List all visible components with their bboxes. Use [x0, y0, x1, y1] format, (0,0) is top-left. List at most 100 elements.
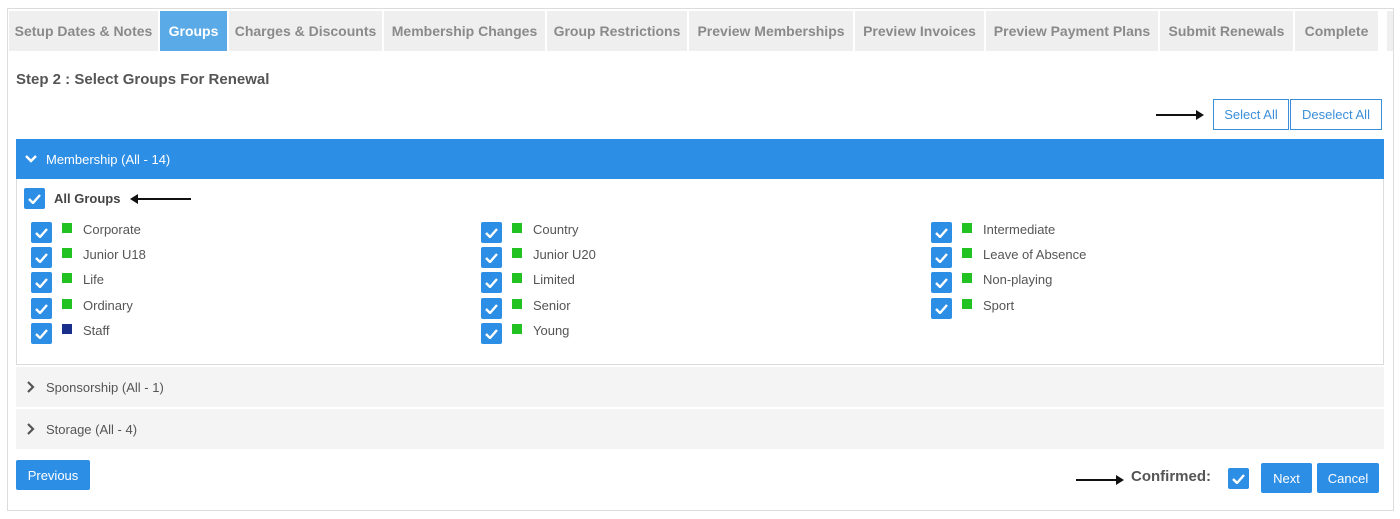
group-color-swatch	[62, 248, 72, 258]
group-name: Junior U20	[533, 246, 596, 262]
group-checkbox[interactable]	[481, 323, 502, 344]
group-checkbox[interactable]	[31, 298, 52, 319]
check-icon	[485, 303, 498, 314]
tab-setup-dates-notes[interactable]: Setup Dates & Notes	[9, 11, 158, 51]
all-groups-checkbox[interactable]	[24, 188, 45, 209]
group-checkbox[interactable]	[31, 272, 52, 293]
group-item[interactable]: Limited	[481, 270, 575, 293]
group-name: Intermediate	[983, 221, 1056, 237]
group-checkbox[interactable]	[931, 272, 952, 293]
panel-header-storage[interactable]: Storage (All - 4)	[16, 409, 1384, 449]
group-name: Limited	[533, 271, 575, 287]
group-color-swatch	[62, 273, 72, 283]
group-name: Junior U18	[83, 246, 146, 262]
check-icon	[28, 193, 41, 204]
group-item[interactable]: Senior	[481, 296, 571, 319]
group-color-swatch	[512, 273, 522, 283]
group-item[interactable]: Junior U18	[31, 245, 146, 268]
group-name: Staff	[83, 322, 110, 338]
group-checkbox[interactable]	[481, 222, 502, 243]
check-icon	[35, 227, 48, 238]
check-icon	[1232, 473, 1245, 484]
check-icon	[935, 252, 948, 263]
group-item[interactable]: Leave of Absence	[931, 245, 1086, 268]
tab-membership-changes[interactable]: Membership Changes	[384, 11, 545, 51]
panel-header-membership[interactable]: Membership (All - 14)	[16, 139, 1384, 179]
group-name: Senior	[533, 297, 571, 313]
group-item[interactable]: Young	[481, 321, 570, 344]
group-color-swatch	[512, 223, 522, 233]
check-icon	[935, 277, 948, 288]
group-checkbox[interactable]	[931, 298, 952, 319]
group-name: Non-playing	[983, 271, 1053, 287]
group-item[interactable]: Ordinary	[31, 296, 133, 319]
deselect-all-button[interactable]: Deselect All	[1290, 99, 1382, 130]
group-name: Young	[533, 322, 570, 338]
group-item[interactable]: Corporate	[31, 220, 141, 243]
all-groups-label: All Groups	[54, 191, 121, 206]
group-color-swatch	[62, 324, 72, 334]
page-title: Step 2 : Select Groups For Renewal	[16, 71, 270, 88]
check-icon	[35, 328, 48, 339]
tab-overflow-edge	[1387, 11, 1393, 51]
next-button[interactable]: Next	[1261, 463, 1312, 493]
group-color-swatch	[62, 223, 72, 233]
group-checkbox[interactable]	[931, 222, 952, 243]
tab-preview-invoices[interactable]: Preview Invoices	[855, 11, 984, 51]
group-color-swatch	[512, 324, 522, 334]
group-name: Ordinary	[83, 297, 133, 313]
check-icon	[485, 277, 498, 288]
tab-submit-renewals[interactable]: Submit Renewals	[1160, 11, 1293, 51]
confirmed-checkbox[interactable]	[1228, 468, 1249, 489]
panel-header-label: Storage (All - 4)	[46, 421, 138, 437]
group-checkbox[interactable]	[31, 222, 52, 243]
chevron-right-icon	[16, 423, 46, 435]
all-groups-row: All Groups	[24, 188, 120, 209]
tab-group-restrictions[interactable]: Group Restrictions	[547, 11, 687, 51]
chevron-down-icon	[16, 155, 46, 163]
check-icon	[485, 227, 498, 238]
check-icon	[35, 303, 48, 314]
panel-body-membership	[16, 179, 1384, 365]
tab-preview-payment-plans[interactable]: Preview Payment Plans	[986, 11, 1158, 51]
group-item[interactable]: Country	[481, 220, 579, 243]
tab-preview-memberships[interactable]: Preview Memberships	[689, 11, 853, 51]
group-checkbox[interactable]	[481, 247, 502, 268]
group-item[interactable]: Sport	[931, 296, 1015, 319]
select-all-button[interactable]: Select All	[1213, 99, 1289, 130]
group-checkbox[interactable]	[481, 272, 502, 293]
panel-header-label: Sponsorship (All - 1)	[46, 379, 164, 395]
chevron-right-icon	[16, 381, 46, 393]
tab-charges-discounts[interactable]: Charges & Discounts	[229, 11, 382, 51]
group-name: Sport	[983, 297, 1015, 313]
group-color-swatch	[512, 299, 522, 309]
group-item[interactable]: Junior U20	[481, 245, 596, 268]
annotation-arrow-confirmed	[1076, 475, 1124, 485]
group-item[interactable]: Intermediate	[931, 220, 1056, 243]
panel-header-sponsorship[interactable]: Sponsorship (All - 1)	[16, 367, 1384, 407]
group-color-swatch	[962, 299, 972, 309]
annotation-arrow-all-groups	[130, 194, 191, 204]
cancel-button[interactable]: Cancel	[1317, 463, 1379, 493]
group-color-swatch	[962, 248, 972, 258]
group-checkbox[interactable]	[481, 298, 502, 319]
group-color-swatch	[512, 248, 522, 258]
wizard-tabs: Setup Dates & Notes Groups Charges & Dis…	[9, 11, 1378, 51]
panel-header-label: Membership (All - 14)	[46, 151, 171, 167]
group-color-swatch	[962, 273, 972, 283]
check-icon	[35, 252, 48, 263]
group-item[interactable]: Life	[31, 270, 104, 293]
previous-button[interactable]: Previous	[16, 460, 90, 490]
check-icon	[935, 303, 948, 314]
tab-complete[interactable]: Complete	[1295, 11, 1378, 51]
tab-groups[interactable]: Groups	[160, 11, 227, 51]
group-checkbox[interactable]	[31, 247, 52, 268]
check-icon	[485, 252, 498, 263]
check-icon	[935, 227, 948, 238]
group-checkbox[interactable]	[31, 323, 52, 344]
group-checkbox[interactable]	[931, 247, 952, 268]
group-item[interactable]: Non-playing	[931, 270, 1053, 293]
group-color-swatch	[962, 223, 972, 233]
group-item[interactable]: Staff	[31, 321, 110, 344]
check-icon	[485, 328, 498, 339]
